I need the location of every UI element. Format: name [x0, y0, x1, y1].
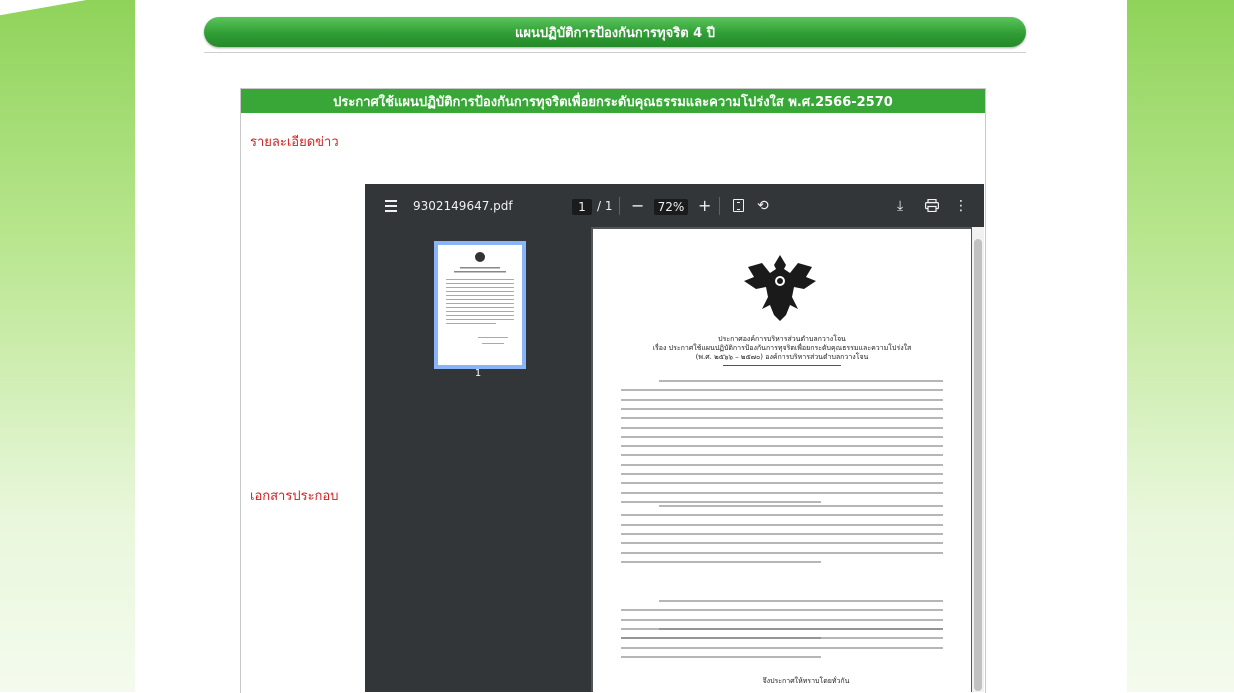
details-label: รายละเอียดข่าว [250, 135, 339, 150]
page-title-banner: แผนปฏิบัติการป้องกันการทุจริต 4 ปี [204, 17, 1026, 47]
zoom-level-input[interactable]: 72% [654, 199, 688, 215]
attachments-label: เอกสารประกอบ [250, 489, 339, 504]
menu-icon[interactable] [384, 184, 398, 227]
doc-text-line [621, 482, 943, 485]
toolbar-divider [719, 197, 720, 215]
doc-text-line [659, 600, 943, 602]
doc-text-line [659, 628, 943, 630]
title-divider [204, 52, 1026, 53]
toolbar-divider [619, 197, 620, 215]
doc-closing: จึงประกาศให้ทราบโดยทั่วกัน [762, 677, 850, 685]
page-number-input[interactable]: 1 [572, 199, 592, 215]
doc-text-line [659, 505, 943, 507]
pdf-filename: 9302149647.pdf [413, 198, 513, 213]
doc-text-line [621, 655, 821, 658]
left-decorative-band [0, 0, 135, 692]
thumbnail-page-number: 1 [474, 368, 482, 379]
right-decorative-band [1127, 0, 1234, 692]
doc-rule [723, 365, 841, 366]
doc-text-line [621, 609, 943, 612]
doc-text-line [621, 532, 943, 535]
doc-text-line [621, 454, 943, 457]
doc-text-line [621, 445, 943, 448]
news-title: ประกาศใช้แผนปฏิบัติการป้องกันการทุจริตเพ… [333, 94, 893, 110]
rotate-icon[interactable]: ⟲ [757, 184, 769, 227]
zoom-out-button[interactable]: − [631, 184, 644, 227]
doc-text-line [621, 491, 943, 494]
doc-text-line [621, 463, 943, 466]
doc-text-line [621, 618, 943, 621]
pdf-viewer[interactable]: 9302149647.pdf 1 / 1 − 72% + ⟲ ⤓ ⋮ 1 ประ… [365, 184, 984, 692]
news-header: ประกาศใช้แผนปฏิบัติการป้องกันการทุจริตเพ… [241, 89, 985, 113]
doc-text-line [621, 551, 943, 554]
doc-text-line [621, 407, 943, 410]
page-title: แผนปฏิบัติการป้องกันการทุจริต 4 ปี [515, 25, 715, 41]
doc-text-line [621, 560, 821, 563]
doc-text-line [621, 523, 943, 526]
zoom-in-button[interactable]: + [698, 184, 711, 227]
doc-text-line [621, 514, 943, 517]
garuda-emblem [744, 255, 816, 321]
fit-page-icon[interactable] [733, 184, 744, 227]
pdf-scrollbar[interactable] [972, 227, 984, 692]
doc-text-line [621, 435, 943, 438]
doc-text-line [621, 637, 943, 640]
page-thumbnail[interactable] [434, 241, 526, 369]
doc-text-line [621, 500, 821, 503]
doc-text-line [621, 646, 943, 649]
pdf-page: ประกาศองค์การบริหารส่วนตำบลกวางโจน เรื่อ… [593, 229, 971, 692]
page-total: / 1 [597, 198, 613, 213]
doc-text-line [621, 542, 943, 545]
thumbnail-sidebar: 1 [365, 227, 591, 692]
download-icon[interactable]: ⤓ [897, 184, 903, 227]
print-icon[interactable] [925, 184, 939, 227]
doc-period: (พ.ศ. ๒๕๖๖ – ๒๕๗๐) องค์การบริหารส่วนตำบล… [695, 353, 869, 361]
doc-text-line [621, 398, 943, 401]
scrollbar-thumb[interactable] [974, 239, 982, 691]
doc-text-line [659, 380, 943, 382]
pdf-toolbar: 9302149647.pdf 1 / 1 − 72% + ⟲ ⤓ ⋮ [365, 184, 984, 227]
doc-text-line [621, 426, 943, 429]
more-vert-icon[interactable]: ⋮ [954, 184, 968, 227]
doc-text-line [621, 417, 943, 420]
doc-text-line [621, 473, 943, 475]
doc-text-line [621, 389, 943, 392]
